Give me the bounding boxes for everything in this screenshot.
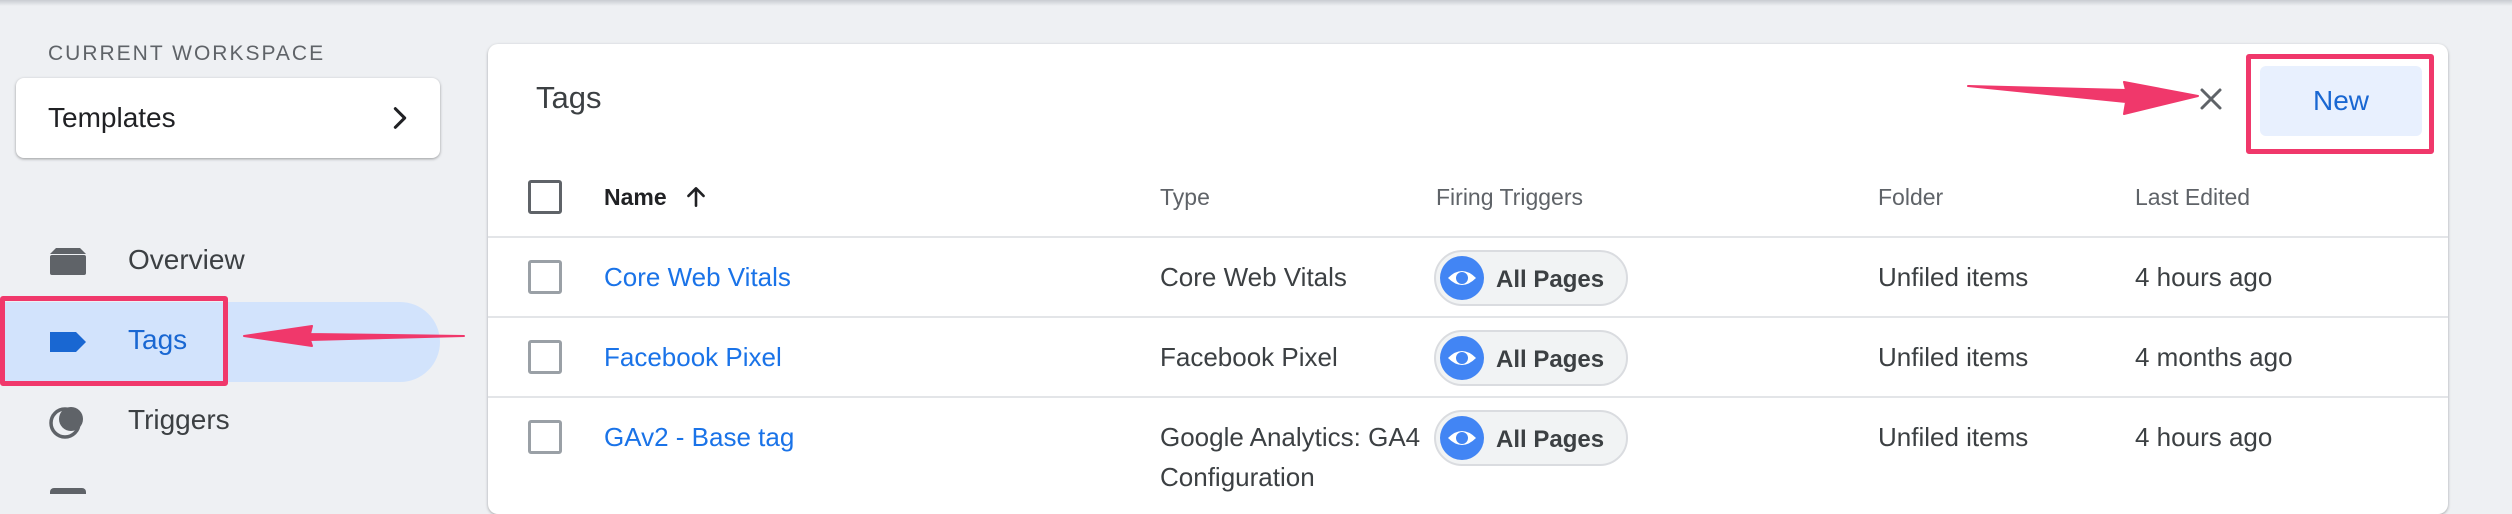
sidebar-item-triggers[interactable]: Triggers [0, 382, 440, 462]
row-checkbox[interactable] [528, 260, 562, 294]
column-header-type[interactable]: Type [1160, 184, 1210, 211]
annotation-arrow-right-icon [1967, 81, 2199, 115]
workspace-name: Templates [48, 102, 176, 133]
column-header-last-edited[interactable]: Last Edited [2135, 184, 2250, 211]
trigger-chip[interactable]: All Pages [1434, 330, 1628, 386]
row-divider [488, 316, 2448, 318]
row-checkbox[interactable] [528, 420, 562, 454]
chevron-right-icon [393, 107, 407, 129]
sidebar-item-overview[interactable]: Overview [0, 222, 440, 302]
top-bar-shadow [0, 0, 2512, 6]
row-divider [488, 396, 2448, 398]
tag-last-edited: 4 months ago [2135, 342, 2293, 372]
variables-icon [50, 488, 86, 494]
trigger-chip-label: All Pages [1496, 426, 1605, 453]
eye-icon [1440, 256, 1484, 300]
annotation-highlight-tags [0, 296, 228, 386]
sidebar-item-label: Overview [128, 244, 245, 275]
tag-type: Core Web Vitals [1160, 262, 1347, 292]
close-icon[interactable] [2196, 84, 2226, 114]
sidebar-item-label: Triggers [128, 404, 230, 435]
tag-type: Facebook Pixel [1160, 342, 1338, 372]
annotation-arrow-left-icon [243, 325, 465, 347]
annotation-highlight-new [2246, 54, 2434, 154]
tag-folder: Unfiled items [1878, 262, 2029, 292]
sidebar-item-variables[interactable]: ​ [0, 462, 440, 494]
tag-last-edited: 4 hours ago [2135, 422, 2273, 452]
tag-last-edited: 4 hours ago [2135, 262, 2273, 292]
tag-name-link[interactable]: Facebook Pixel [604, 342, 782, 373]
trigger-chip[interactable]: All Pages [1434, 410, 1628, 466]
select-all-checkbox[interactable] [528, 180, 562, 214]
row-checkbox[interactable] [528, 340, 562, 374]
tag-name-link[interactable]: GAv2 - Base tag [604, 422, 794, 453]
trigger-chip-label: All Pages [1496, 346, 1605, 373]
eye-icon [1440, 416, 1484, 460]
workspace-section-label: CURRENT WORKSPACE [48, 42, 326, 65]
trigger-chip[interactable]: All Pages [1434, 250, 1628, 306]
column-header-folder[interactable]: Folder [1878, 184, 1943, 211]
column-header-firing-triggers[interactable]: Firing Triggers [1436, 184, 1583, 211]
tag-folder: Unfiled items [1878, 422, 2029, 452]
eye-icon [1440, 336, 1484, 380]
folder-icon [50, 248, 86, 275]
sort-ascending-icon [687, 187, 705, 207]
tag-type-line2: Configuration [1160, 462, 1315, 492]
column-header-name[interactable]: Name [604, 184, 709, 211]
panel-title: Tags [536, 80, 602, 115]
triggers-icon [49, 407, 83, 439]
workspace-selector[interactable]: Templates [16, 78, 440, 158]
tag-name-link[interactable]: Core Web Vitals [604, 262, 791, 293]
trigger-chip-label: All Pages [1496, 266, 1605, 293]
tag-folder: Unfiled items [1878, 342, 2029, 372]
tag-type-line1: Google Analytics: GA4 [1160, 422, 1421, 452]
row-divider [488, 236, 2448, 238]
